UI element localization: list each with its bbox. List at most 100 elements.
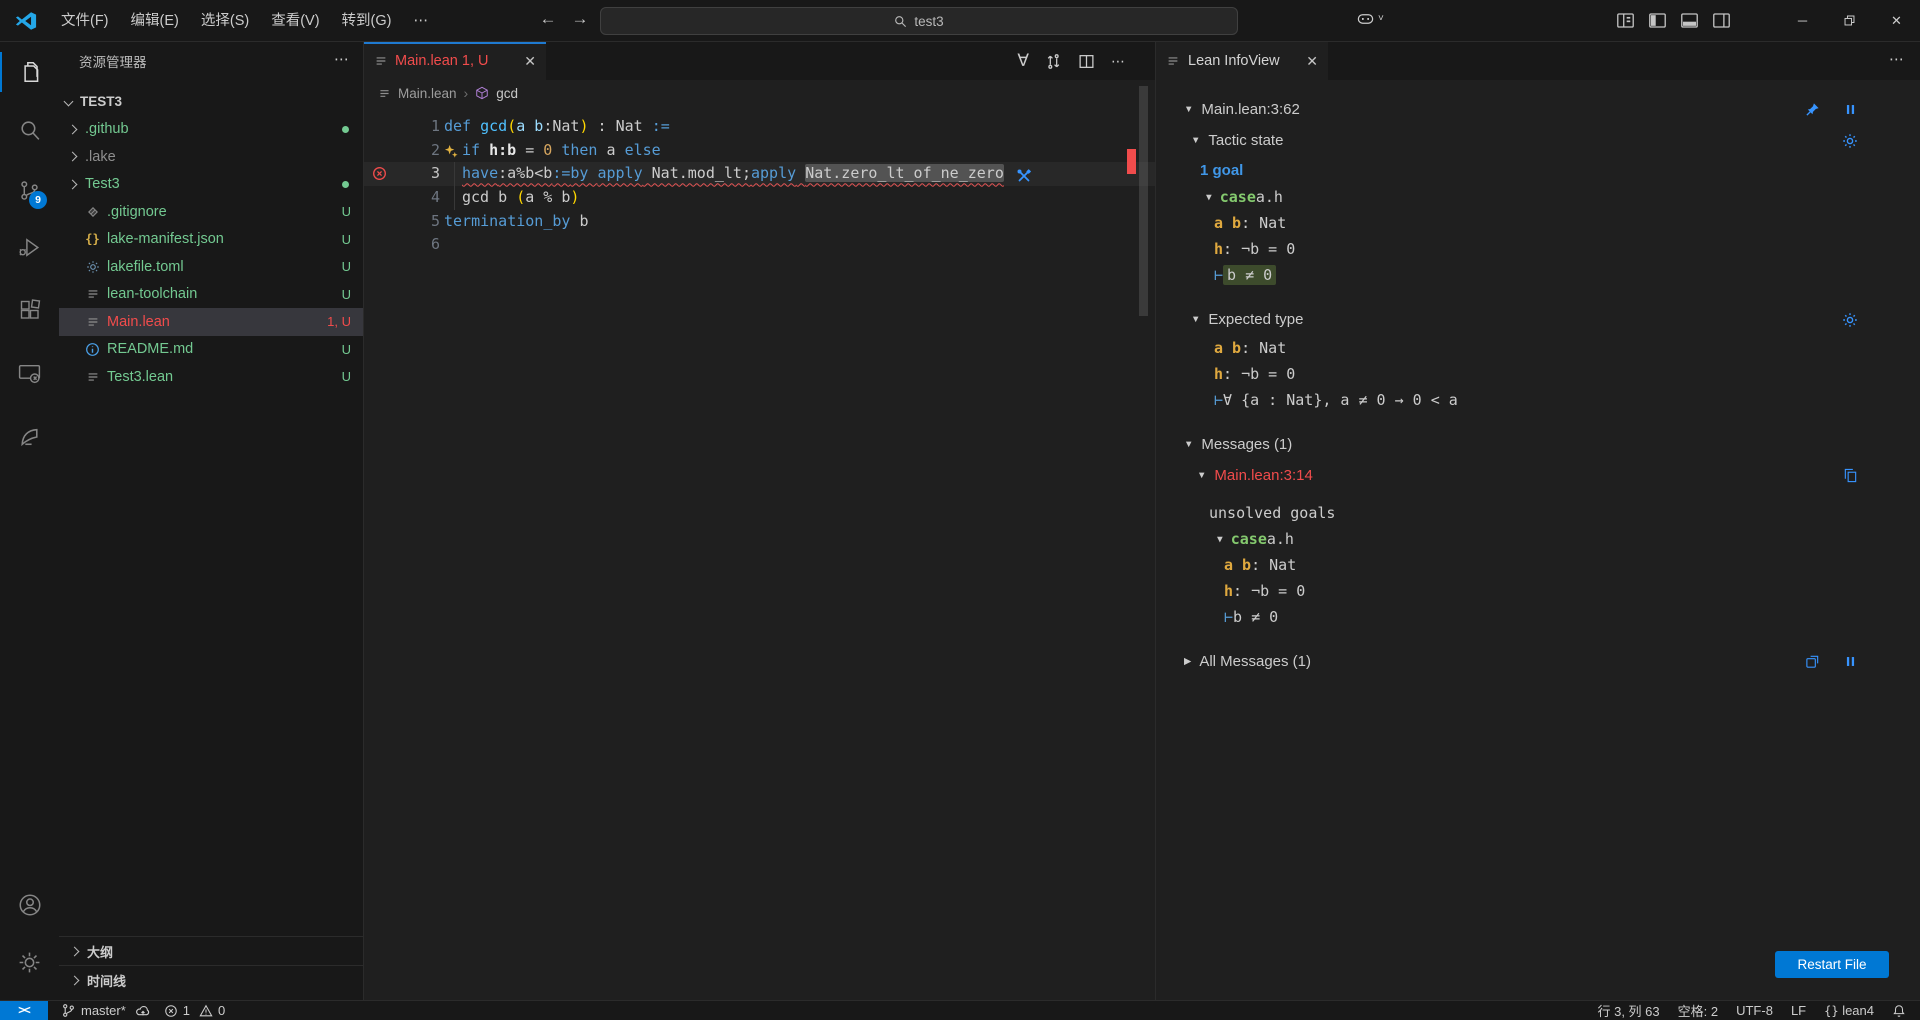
tab-main-lean[interactable]: Main.lean 1, U ✕ <box>364 42 546 80</box>
lean-infoview-toggle-icon[interactable]: ∀ <box>1017 51 1029 71</box>
menu-more[interactable]: ⋯ <box>402 7 439 35</box>
code-area[interactable]: 1def gcd(a b:Nat) : Nat :=2if h:b = 0 th… <box>364 106 1155 1000</box>
editor-scrollbar[interactable] <box>1139 86 1148 316</box>
outline-section[interactable]: 大纲 <box>59 936 363 965</box>
menu-item-3[interactable]: 查看(V) <box>260 7 330 35</box>
file-name: lake-manifest.json <box>107 231 224 247</box>
account-icon[interactable] <box>0 881 59 929</box>
infoview-row-14[interactable]: ▼Main.lean:3:14 <box>1156 460 1920 491</box>
nav-back-arrow[interactable]: ← <box>536 9 560 29</box>
code-line-4[interactable]: 4gcd b (a % b) <box>364 186 1155 210</box>
menu-item-0[interactable]: 文件(F) <box>50 7 120 35</box>
nav-forward-arrow[interactable]: → <box>568 9 592 29</box>
menu-item-4[interactable]: 转到(G) <box>331 7 403 35</box>
collapse-arrow-icon[interactable]: ▼ <box>1184 104 1193 115</box>
git-status-badge: U <box>342 287 351 302</box>
tree-item-.gitignore[interactable]: .gitignoreU <box>59 198 363 226</box>
pause-icon[interactable] <box>1842 102 1858 118</box>
lean-extension-icon[interactable] <box>0 413 59 461</box>
infoview-row-21[interactable]: ▶All Messages (1) <box>1156 646 1920 677</box>
cursor-position[interactable]: 行 3, 列 63 <box>1597 1001 1659 1020</box>
collapse-arrow-icon[interactable]: ▼ <box>1197 470 1206 481</box>
customize-layout-icon[interactable] <box>1616 11 1635 30</box>
tree-item-lean-toolchain[interactable]: lean-toolchain U <box>59 281 363 309</box>
copilot-icon[interactable]: ˅ <box>1356 10 1384 27</box>
tree-item-Test3.lean[interactable]: Test3.leanU <box>59 363 363 391</box>
tree-item-README.md[interactable]: README.mdU <box>59 336 363 364</box>
pin-icon[interactable] <box>1804 102 1820 118</box>
infoview-row-5: h : ¬b = 0 <box>1156 236 1920 262</box>
section-label: Messages (1) <box>1201 436 1292 453</box>
remote-explorer-icon[interactable] <box>0 349 59 397</box>
explorer-more-actions[interactable]: ⋯ <box>334 50 349 68</box>
code-action-wrench-icon[interactable] <box>1016 168 1032 184</box>
collapse-arrow-icon[interactable]: ▼ <box>1191 314 1200 325</box>
file-name: .github <box>85 121 129 137</box>
code-line-1[interactable]: 1def gcd(a b:Nat) : Nat := <box>364 115 1155 139</box>
language-mode[interactable]: {} lean4 <box>1824 1003 1874 1018</box>
collapse-arrow-icon[interactable]: ▼ <box>1184 439 1193 450</box>
extensions-icon[interactable] <box>0 286 59 334</box>
code-line-3[interactable]: 3have:a%b<b:=by apply Nat.mod_lt;apply N… <box>364 162 1155 186</box>
tab-lean-infoview[interactable]: Lean InfoView ✕ <box>1156 42 1328 80</box>
infoview-row-8[interactable]: ▼Expected type <box>1156 304 1920 335</box>
command-center-search[interactable]: test3 <box>600 7 1238 35</box>
expand-arrow-icon[interactable]: ▶ <box>1184 656 1191 667</box>
tree-item-Main.lean[interactable]: Main.lean1, U <box>59 308 363 336</box>
source-control-icon[interactable]: 9 <box>0 166 59 214</box>
more-actions-icon[interactable]: ⋯ <box>1111 53 1125 70</box>
infoview-more-actions[interactable]: ⋯ <box>1889 50 1904 68</box>
openw-icon[interactable] <box>1804 654 1820 670</box>
infoview-row-4: a b : Nat <box>1156 210 1920 236</box>
infoview-row-1[interactable]: ▼Tactic state <box>1156 125 1920 156</box>
toggle-secondary-sidebar-icon[interactable] <box>1712 11 1731 30</box>
tree-item-lakefile.toml[interactable]: lakefile.tomlU <box>59 253 363 281</box>
collapse-arrow-icon[interactable]: ▼ <box>1217 534 1223 545</box>
code-line-6[interactable]: 6 <box>364 233 1155 257</box>
toggle-sidebar-icon[interactable] <box>1648 11 1667 30</box>
collapse-arrow-icon[interactable]: ▼ <box>1191 135 1200 146</box>
tree-item-Test3[interactable]: Test3 <box>59 171 363 199</box>
minimize-button[interactable]: ─ <box>1779 0 1826 41</box>
menu-item-2[interactable]: 选择(S) <box>190 7 260 35</box>
notifications-bell-icon[interactable] <box>1892 1004 1906 1018</box>
code-line-5[interactable]: 5termination_by b <box>364 210 1155 234</box>
open-changes-icon[interactable] <box>1045 53 1062 70</box>
gear-icon[interactable] <box>1842 133 1858 149</box>
split-editor-icon[interactable] <box>1078 53 1095 70</box>
file-name: Test3.lean <box>107 369 173 385</box>
run-debug-icon[interactable] <box>0 223 59 271</box>
restart-file-button[interactable]: Restart File <box>1775 951 1889 978</box>
indentation[interactable]: 空格: 2 <box>1678 1001 1718 1020</box>
pause-icon[interactable] <box>1842 654 1858 670</box>
remote-indicator[interactable]: >< <box>0 1001 48 1020</box>
tree-root[interactable]: TEST3 <box>59 88 363 116</box>
eol[interactable]: LF <box>1791 1003 1806 1018</box>
tab-close-icon[interactable]: ✕ <box>524 53 536 70</box>
toggle-panel-icon[interactable] <box>1680 11 1699 30</box>
infoview-row-13[interactable]: ▼ Messages (1) <box>1156 429 1920 460</box>
tab-close-icon[interactable]: ✕ <box>1306 53 1318 70</box>
code-line-2[interactable]: 2if h:b = 0 then a else <box>364 139 1155 163</box>
breadcrumb-file[interactable]: Main.lean <box>398 86 457 101</box>
tree-item-lake-manifest.json[interactable]: {}lake-manifest.jsonU <box>59 226 363 254</box>
git-branch-item[interactable]: master* <box>61 1003 151 1018</box>
breadcrumb-symbol[interactable]: gcd <box>496 86 518 101</box>
collapse-arrow-icon[interactable]: ▼ <box>1206 192 1212 203</box>
restore-button[interactable] <box>1826 0 1873 41</box>
infoview-row-0[interactable]: ▼Main.lean:3:62 <box>1156 94 1920 125</box>
search-sidebar-icon[interactable] <box>0 106 59 154</box>
tree-item-.github[interactable]: .github <box>59 116 363 144</box>
explorer-icon[interactable] <box>0 48 59 96</box>
copilot-sparkle-icon <box>444 144 462 159</box>
settings-gear-icon[interactable] <box>0 938 59 986</box>
close-button[interactable]: ✕ <box>1873 0 1920 41</box>
file-name: lean-toolchain <box>107 286 197 302</box>
copy-icon[interactable] <box>1842 468 1858 484</box>
gear-icon[interactable] <box>1842 312 1858 328</box>
encoding[interactable]: UTF-8 <box>1736 1003 1773 1018</box>
menu-item-1[interactable]: 编辑(E) <box>120 7 190 35</box>
tree-item-.lake[interactable]: .lake <box>59 143 363 171</box>
problems-item[interactable]: 1 0 <box>164 1003 225 1018</box>
timeline-section[interactable]: 时间线 <box>59 965 363 994</box>
